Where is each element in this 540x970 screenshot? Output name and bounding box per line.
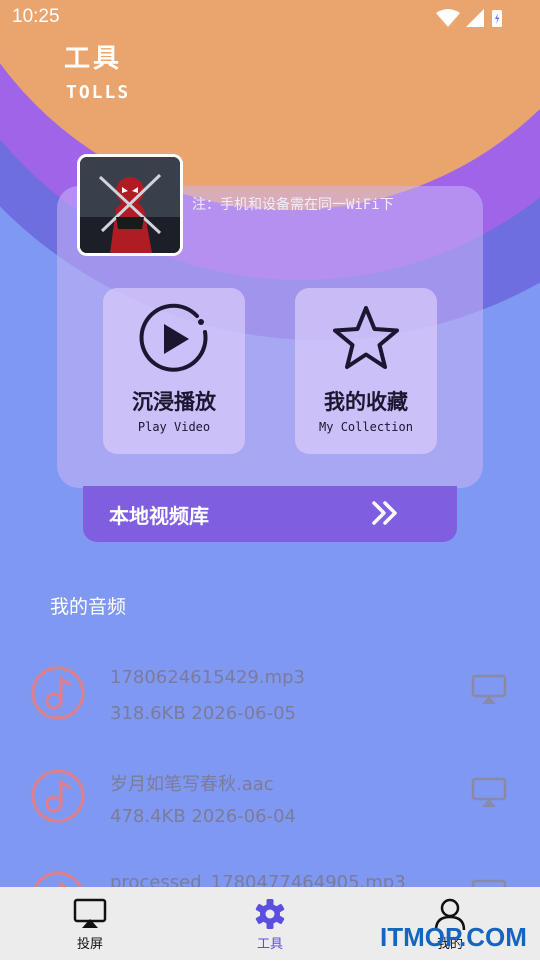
- wifi-note: 注：手机和设备需在同一WiFi下: [192, 197, 394, 213]
- play-video-label: 沉浸播放: [132, 390, 216, 414]
- wifi-icon: [436, 9, 460, 27]
- status-bar: 10:25: [0, 0, 540, 36]
- double-chevron-right-icon: [372, 501, 397, 525]
- local-video-library-label: 本地视频库: [109, 504, 209, 528]
- star-icon: [333, 306, 399, 369]
- my-collection-tile[interactable]: 我的收藏 My Collection: [295, 288, 437, 454]
- avatar-image: [80, 157, 180, 253]
- tab-tools[interactable]: 工具: [210, 887, 330, 960]
- local-video-library-button[interactable]: 本地视频库: [83, 486, 457, 542]
- play-video-tile[interactable]: 沉浸播放 Play Video: [103, 288, 245, 454]
- music-note-icon: [31, 769, 85, 823]
- play-video-sublabel: Play Video: [137, 420, 211, 434]
- cast-icon[interactable]: [470, 776, 508, 810]
- audio-info: 318.6KB 2026-06-05: [110, 703, 297, 724]
- signal-icon: [466, 9, 484, 27]
- avatar[interactable]: [77, 154, 183, 256]
- audio-name: 岁月如笔写春秋.aac: [110, 774, 274, 795]
- status-time: 10:25: [12, 6, 60, 27]
- my-collection-label: 我的收藏: [324, 390, 408, 414]
- audio-info: 478.4KB 2026-06-04: [110, 806, 297, 827]
- audio-list-item[interactable]: 1780624615429.mp3 318.6KB 2026-06-05: [0, 665, 540, 765]
- tab-cast[interactable]: 投屏: [30, 887, 150, 960]
- music-note-icon: [31, 666, 85, 720]
- my-collection-sublabel: My Collection: [319, 420, 413, 434]
- play-icon: [139, 303, 208, 372]
- cast-icon: [73, 898, 107, 928]
- tab-tools-label: 工具: [256, 937, 283, 952]
- watermark-text: ITMOP.COM: [380, 922, 527, 952]
- tab-cast-label: 投屏: [76, 937, 103, 952]
- my-audio-heading: 我的音频: [50, 596, 127, 618]
- gear-icon: [255, 899, 285, 929]
- cast-icon[interactable]: [470, 673, 508, 707]
- page-title: 工具: [64, 44, 123, 74]
- status-icons: [436, 9, 502, 27]
- audio-name: 1780624615429.mp3: [110, 667, 306, 688]
- audio-list-item[interactable]: 岁月如笔写春秋.aac 478.4KB 2026-06-04: [0, 768, 540, 868]
- page-subtitle: TOLLS: [66, 82, 131, 103]
